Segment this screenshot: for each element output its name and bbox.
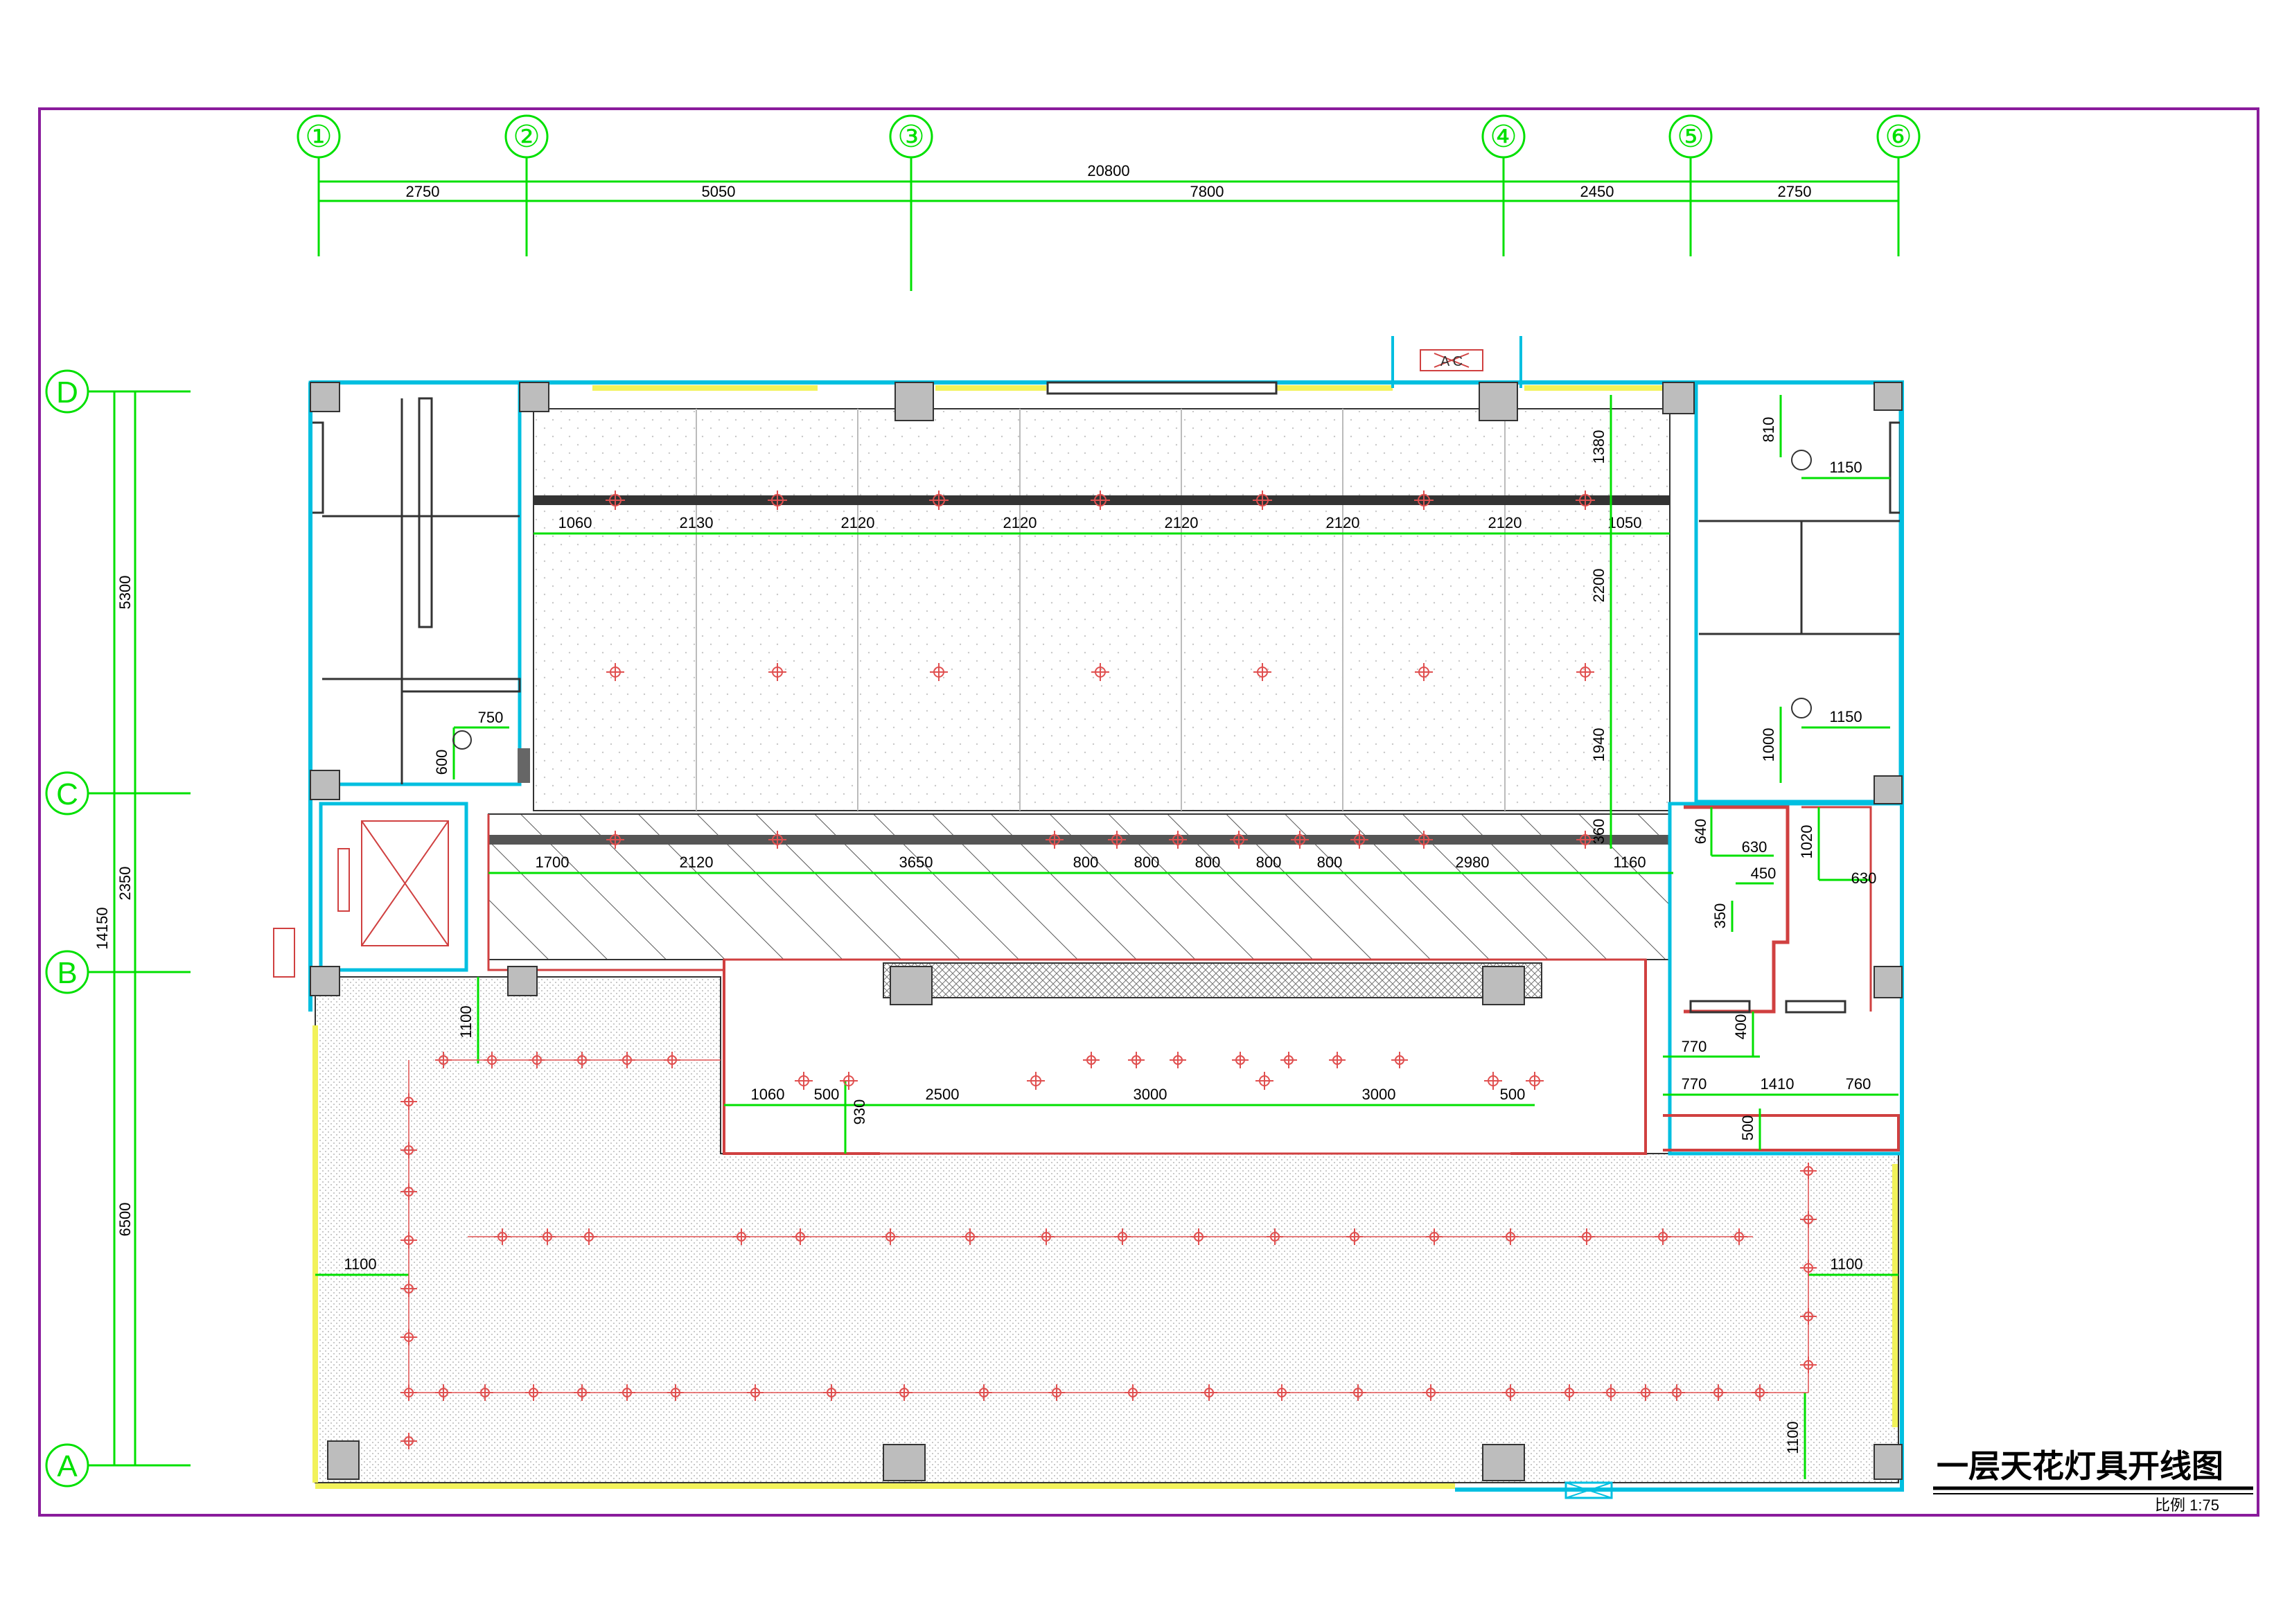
dim-upper-track: 2120 bbox=[1488, 514, 1522, 531]
column bbox=[890, 966, 933, 1005]
dim-left-room: 750 bbox=[478, 709, 504, 726]
dim-upper-track: 1060 bbox=[558, 514, 592, 531]
column bbox=[1482, 1444, 1525, 1481]
dim-lower-track: 3000 bbox=[1362, 1086, 1396, 1103]
axis-label-3: ③ bbox=[897, 120, 924, 154]
central-beam bbox=[883, 962, 1542, 998]
dim-lower-track: 2500 bbox=[926, 1086, 960, 1103]
dim-middle-track: 1700 bbox=[536, 854, 570, 871]
dim-lower-track: 500 bbox=[814, 1086, 840, 1103]
dim-middle-track: 1160 bbox=[1613, 854, 1646, 871]
dim-top-span: 2750 bbox=[1778, 183, 1812, 200]
column bbox=[1874, 382, 1903, 411]
title-block: 一层天花灯具开线图 比例 1:75 bbox=[1933, 1448, 2253, 1514]
dim-room-right: 1150 bbox=[1829, 459, 1862, 476]
dim-lower-track: 1060 bbox=[751, 1086, 785, 1103]
axis-label-B: B bbox=[57, 956, 77, 990]
right-rooms bbox=[1694, 380, 1903, 804]
dim-hall: 1100 bbox=[1784, 1421, 1801, 1454]
dim-upper-track: 2120 bbox=[841, 514, 875, 531]
dim-room-right: 1000 bbox=[1760, 728, 1777, 762]
floor-plan: A C bbox=[273, 336, 1904, 1499]
dim-vertical: 1940 bbox=[1590, 728, 1607, 762]
dim-lower-right: 400 bbox=[1732, 1014, 1749, 1040]
dim-middle-track: 800 bbox=[1317, 854, 1343, 871]
dim-left-span: 5300 bbox=[116, 576, 134, 610]
dim-middle-track: 2980 bbox=[1456, 854, 1490, 871]
door-label: A C bbox=[1440, 354, 1463, 369]
dim-middle-track: 800 bbox=[1256, 854, 1282, 871]
axis-label-2: ② bbox=[513, 120, 540, 154]
axis-label-5: ⑤ bbox=[1677, 120, 1704, 154]
column bbox=[310, 770, 340, 800]
dim-top-total: 20800 bbox=[1087, 162, 1129, 179]
dim-small-room: 1020 bbox=[1798, 825, 1815, 859]
dim-middle-track: 800 bbox=[1195, 854, 1221, 871]
upper-ceiling-area bbox=[533, 408, 1670, 811]
column bbox=[883, 1444, 926, 1481]
dim-left-room: 600 bbox=[433, 750, 450, 775]
dim-middle-track: 800 bbox=[1134, 854, 1160, 871]
dim-room-right: 1150 bbox=[1829, 708, 1862, 725]
column bbox=[894, 382, 934, 421]
dim-lower-right: 1410 bbox=[1761, 1075, 1795, 1093]
dim-hall: 1100 bbox=[457, 1005, 475, 1038]
ceiling-lighting-plan: A C ① ② ③ ④ ⑤ ⑥ D C B A 20800 2750 5050 … bbox=[0, 0, 2292, 1621]
column bbox=[1874, 775, 1903, 804]
dim-upper-track: 2120 bbox=[1326, 514, 1360, 531]
column bbox=[519, 382, 549, 412]
axis-label-6: ⑥ bbox=[1885, 120, 1912, 154]
dim-upper-track: 2120 bbox=[1003, 514, 1037, 531]
dim-small-room: 640 bbox=[1692, 819, 1709, 845]
dim-left-total: 14150 bbox=[94, 907, 111, 949]
dim-upper-track: 2120 bbox=[1165, 514, 1199, 531]
dim-vertical: 2200 bbox=[1590, 569, 1607, 603]
dim-room-right: 810 bbox=[1760, 417, 1777, 443]
dim-left-span: 2350 bbox=[116, 867, 134, 901]
dim-small-room: 630 bbox=[1851, 870, 1877, 887]
dim-small-room: 350 bbox=[1711, 903, 1729, 929]
axis-label-1: ① bbox=[305, 120, 332, 154]
column bbox=[1874, 966, 1903, 998]
dim-top-span: 2750 bbox=[406, 183, 440, 200]
column bbox=[310, 966, 340, 996]
column bbox=[310, 382, 340, 412]
dim-middle-track: 2120 bbox=[680, 854, 714, 871]
dim-middle-track: 3650 bbox=[899, 854, 933, 871]
dim-lower-right: 770 bbox=[1682, 1075, 1707, 1093]
column bbox=[327, 1440, 360, 1480]
dim-lower-right: 500 bbox=[1739, 1115, 1756, 1141]
middle-light-track bbox=[488, 835, 1673, 845]
dim-top-span: 2450 bbox=[1580, 183, 1614, 200]
axis-label-A: A bbox=[57, 1449, 78, 1483]
scale-label: 比例 1:75 bbox=[2155, 1497, 2219, 1514]
dim-hall: 930 bbox=[851, 1100, 868, 1125]
dim-upper-track: 1050 bbox=[1608, 514, 1642, 531]
dim-lower-right: 770 bbox=[1682, 1038, 1707, 1055]
dim-small-room: 450 bbox=[1751, 865, 1777, 882]
dim-lower-right: 760 bbox=[1846, 1075, 1871, 1093]
dim-hall: 1100 bbox=[344, 1255, 376, 1273]
dim-small-room: 630 bbox=[1742, 838, 1768, 856]
dim-top-span: 7800 bbox=[1190, 183, 1224, 200]
dim-top-span: 5050 bbox=[702, 183, 736, 200]
column bbox=[1479, 382, 1518, 421]
drawing-title: 一层天花灯具开线图 bbox=[1937, 1448, 2223, 1484]
dim-hall: 1100 bbox=[1830, 1255, 1862, 1273]
dim-lower-track: 500 bbox=[1500, 1086, 1526, 1103]
dim-lower-track: 3000 bbox=[1134, 1086, 1167, 1103]
dim-middle-track: 800 bbox=[1073, 854, 1099, 871]
column bbox=[1662, 382, 1695, 414]
column bbox=[1874, 1444, 1903, 1480]
axis-label-D: D bbox=[56, 376, 78, 409]
dim-vertical: 1380 bbox=[1590, 430, 1607, 464]
dim-upper-track: 2130 bbox=[680, 514, 714, 531]
dim-left-span: 6500 bbox=[116, 1203, 134, 1237]
axis-label-C: C bbox=[56, 777, 78, 811]
column bbox=[1482, 966, 1525, 1005]
axis-label-4: ④ bbox=[1490, 120, 1517, 154]
column bbox=[507, 966, 538, 996]
